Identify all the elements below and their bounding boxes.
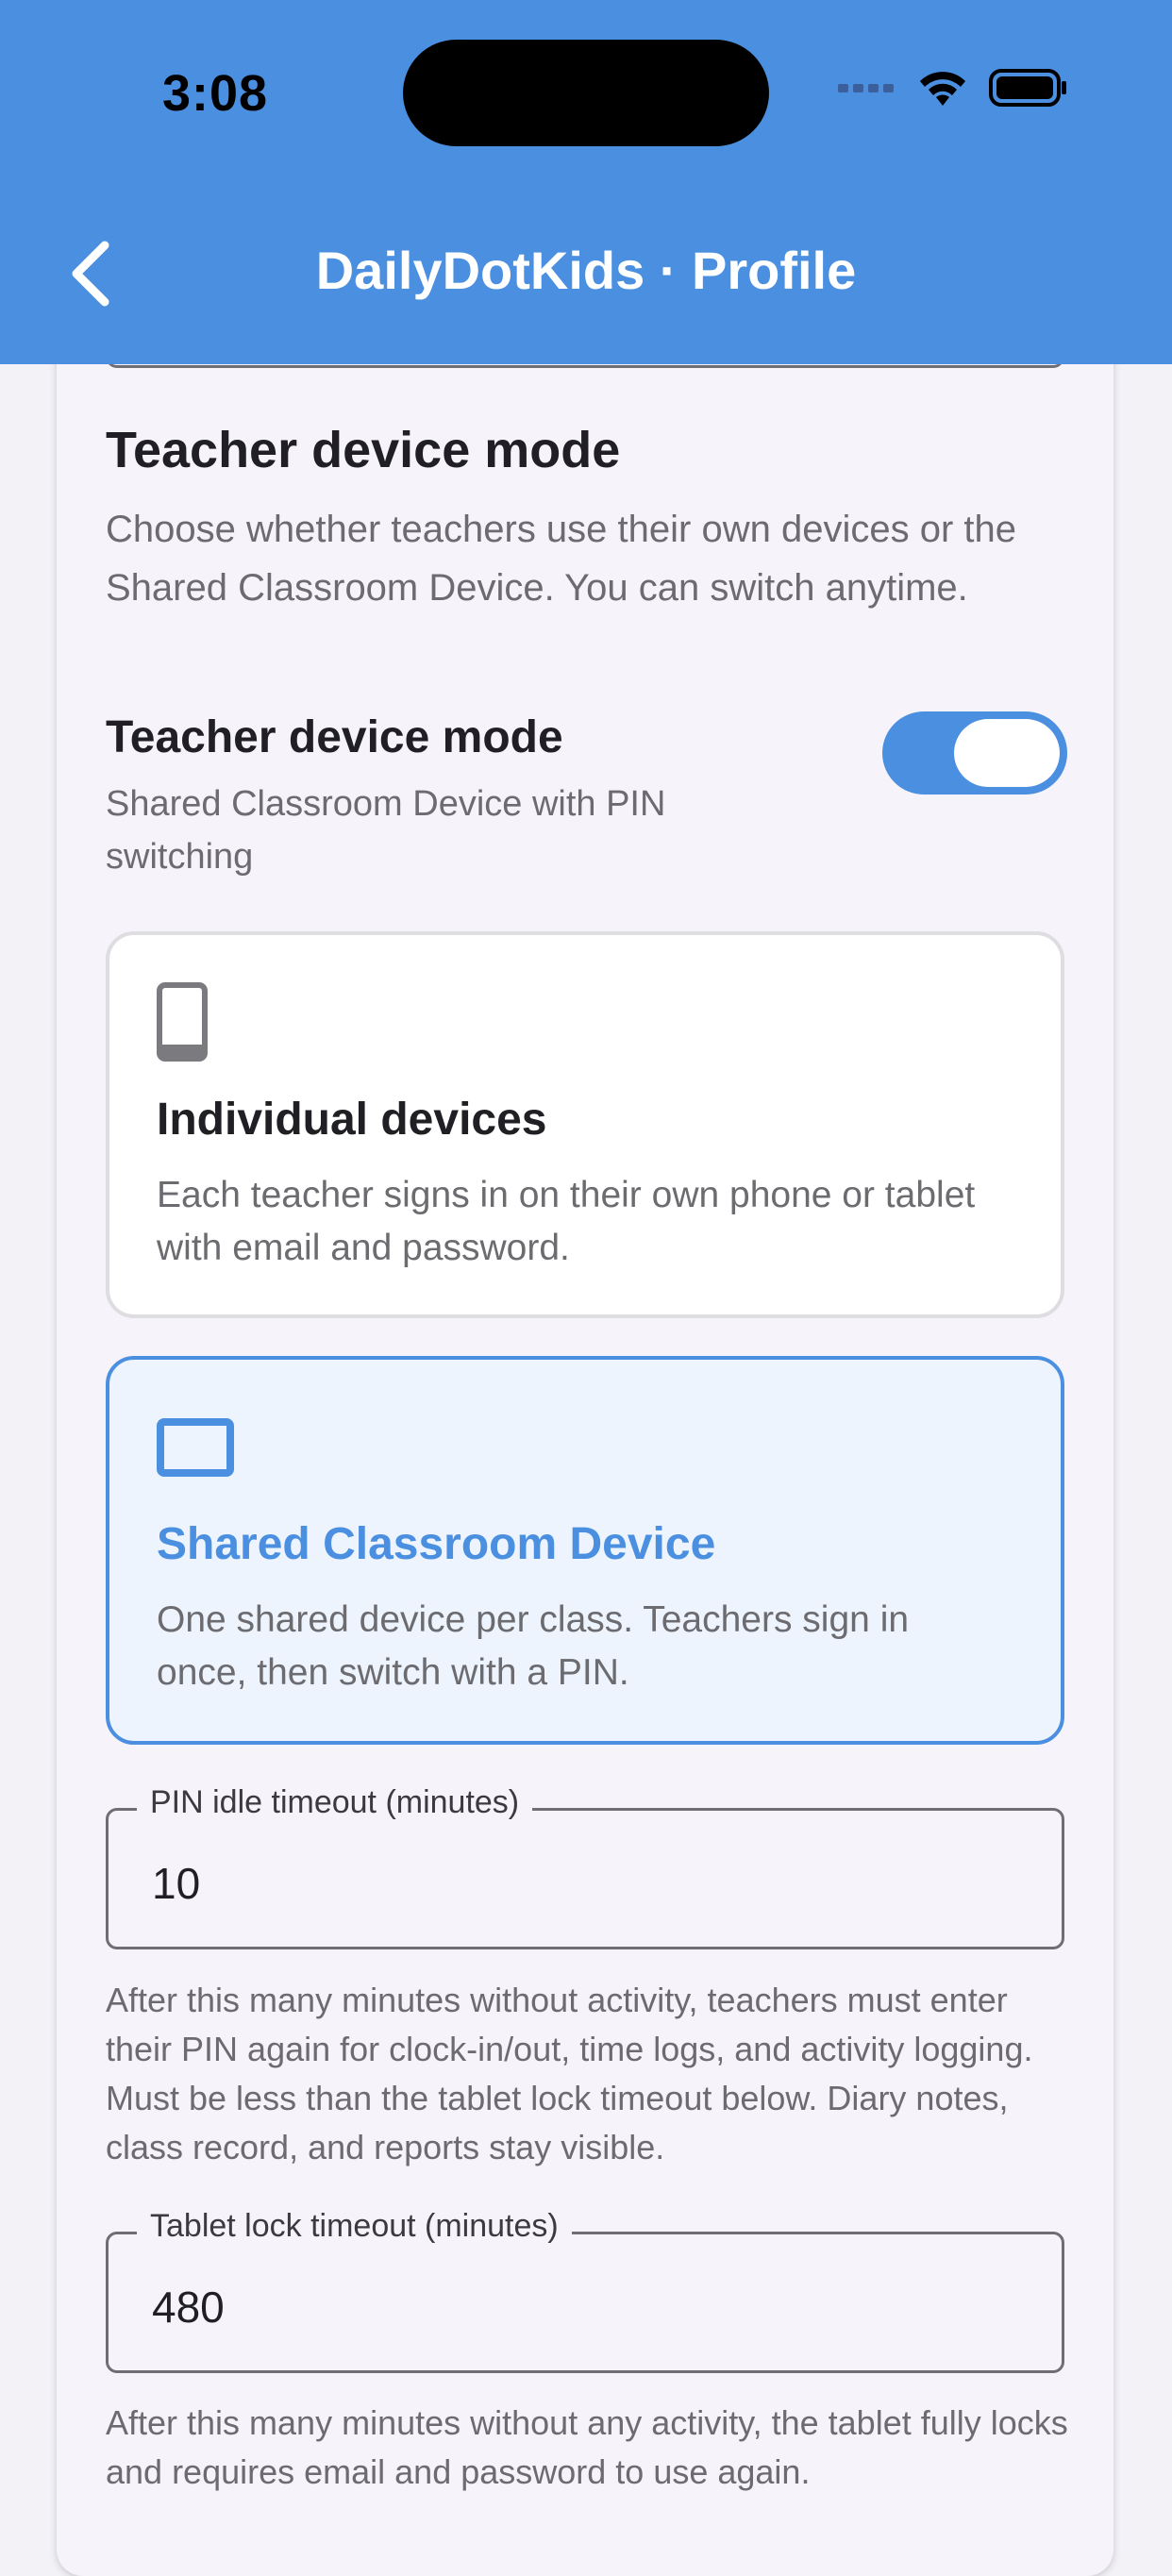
wifi-icon	[920, 72, 965, 106]
teacher-device-mode-toggle[interactable]	[882, 711, 1067, 795]
tablet-icon	[157, 1418, 234, 1477]
option-title: Individual devices	[157, 1095, 547, 1145]
settings-card: Teacher device mode Choose whether teach…	[57, 311, 1113, 2576]
option-description: Each teacher signs in on their own phone…	[157, 1175, 976, 1268]
pin-timeout-help: After this many minutes without activity…	[106, 1981, 1033, 2166]
option-individual-devices[interactable]: Individual devices Each teacher signs in…	[106, 931, 1064, 1318]
battery-icon	[989, 69, 1066, 107]
option-description: One shared device per class. Teachers si…	[157, 1599, 910, 1693]
pin-idle-timeout-input[interactable]	[152, 1858, 1001, 1909]
status-time: 3:08	[162, 65, 269, 122]
field-label: PIN idle timeout (minutes)	[137, 1784, 533, 1821]
phone-icon	[157, 982, 208, 1062]
toggle-knob	[954, 719, 1060, 787]
section-description: Choose whether teachers use their own de…	[106, 509, 1016, 609]
section-title: Teacher device mode	[106, 422, 621, 478]
tablet-lock-timeout-field[interactable]: Tablet lock timeout (minutes)	[106, 2208, 1064, 2373]
status-icons	[838, 68, 1068, 108]
option-shared-classroom-device[interactable]: Shared Classroom Device One shared devic…	[106, 1356, 1064, 1745]
tablet-lock-timeout-input[interactable]	[152, 2282, 1001, 2333]
tablet-lock-timeout-help: After this many minutes without any acti…	[106, 2403, 1068, 2491]
pin-idle-timeout-field[interactable]: PIN idle timeout (minutes)	[106, 1784, 1064, 1949]
dynamic-island	[403, 40, 769, 146]
toggle-subtitle: Shared Classroom Device with PIN switchi…	[106, 784, 666, 877]
page-title: DailyDotKids · Profile	[315, 241, 857, 300]
option-title: Shared Classroom Device	[157, 1519, 716, 1569]
field-label: Tablet lock timeout (minutes)	[137, 2208, 572, 2245]
cellular-signal-icon	[838, 84, 894, 92]
app-bar: 3:08 DailyDotKids · Profile	[0, 0, 1172, 364]
toggle-label: Teacher device mode	[106, 712, 563, 762]
